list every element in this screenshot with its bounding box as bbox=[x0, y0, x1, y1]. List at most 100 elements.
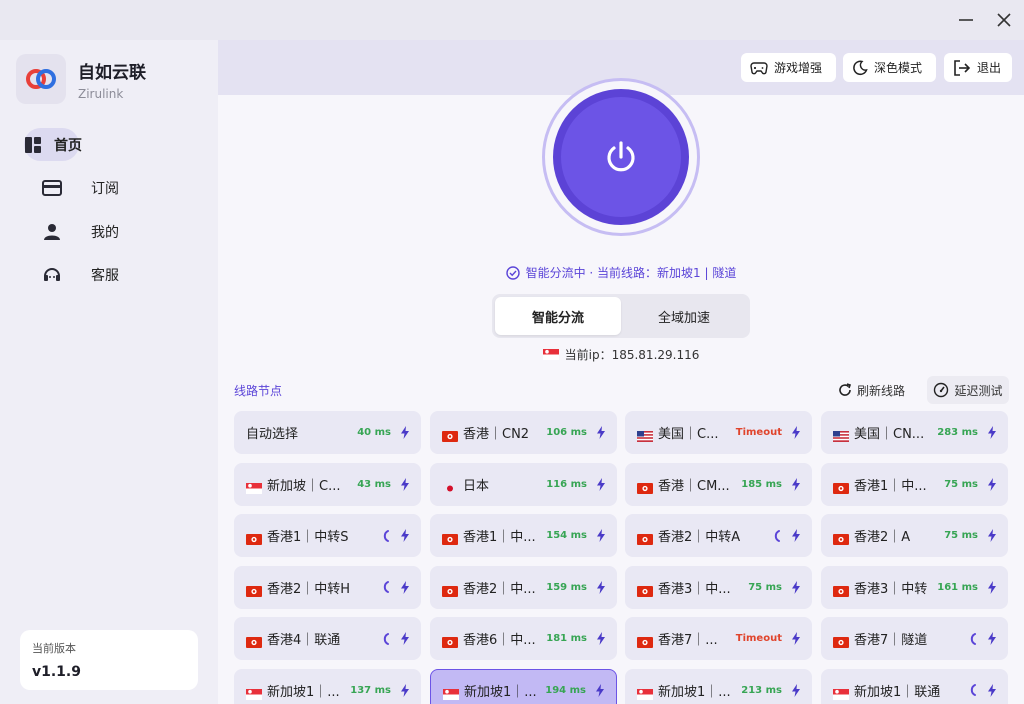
loading-spinner-icon bbox=[379, 632, 391, 646]
node-card[interactable]: 香港2｜中... 159 ms bbox=[430, 565, 617, 609]
lightning-icon[interactable] bbox=[986, 632, 998, 645]
flag-hk-icon bbox=[246, 530, 262, 545]
node-latency: 185 ms bbox=[741, 478, 782, 490]
lightning-icon[interactable] bbox=[790, 580, 802, 594]
power-button[interactable] bbox=[553, 89, 689, 225]
gamepad-icon bbox=[750, 61, 768, 74]
node-card[interactable]: 香港1｜中... 75 ms bbox=[821, 462, 1008, 506]
node-card[interactable]: 香港｜CM... 185 ms bbox=[625, 462, 812, 506]
node-name: 香港3｜中转 bbox=[854, 581, 928, 597]
node-card[interactable]: 美国｜CN... 283 ms bbox=[821, 411, 1008, 454]
lightning-icon[interactable] bbox=[595, 477, 607, 491]
close-button[interactable] bbox=[990, 8, 1018, 32]
flag-hk-icon bbox=[442, 530, 458, 545]
node-card[interactable]: 新加坡1｜联通 bbox=[821, 668, 1008, 704]
app-logo bbox=[16, 54, 66, 104]
lightning-icon[interactable] bbox=[399, 529, 411, 542]
lightning-icon[interactable] bbox=[399, 426, 411, 439]
node-card[interactable]: 新加坡｜C... 43 ms bbox=[234, 462, 421, 506]
card-icon bbox=[24, 180, 79, 196]
minimize-icon bbox=[959, 19, 973, 21]
lightning-icon[interactable] bbox=[595, 632, 607, 645]
node-card[interactable]: 香港2｜中转A bbox=[625, 514, 812, 557]
speedometer-icon bbox=[934, 382, 949, 398]
lightning-icon[interactable] bbox=[399, 683, 411, 697]
lightning-icon[interactable] bbox=[986, 580, 998, 594]
flag-hk-icon bbox=[637, 530, 653, 545]
flag-hk-icon bbox=[442, 582, 458, 597]
mode-toggle: 智能分流 全域加速 bbox=[492, 294, 750, 338]
flag-sg-icon bbox=[246, 685, 262, 700]
node-latency: 116 ms bbox=[546, 478, 587, 490]
mode-smart-split[interactable]: 智能分流 bbox=[495, 297, 621, 335]
node-card[interactable]: 新加坡1｜... 213 ms bbox=[625, 668, 812, 704]
loading-spinner-icon bbox=[966, 683, 978, 697]
lightning-icon[interactable] bbox=[399, 632, 411, 645]
node-card[interactable]: 新加坡1｜... 137 ms bbox=[234, 668, 421, 704]
node-name: 香港2｜中转A bbox=[658, 530, 741, 545]
sidebar-item-home[interactable]: 首页 bbox=[24, 128, 82, 161]
lightning-icon[interactable] bbox=[595, 580, 607, 594]
lightning-icon[interactable] bbox=[399, 477, 411, 491]
logo-rings-icon bbox=[26, 69, 56, 89]
sidebar-item-label: 首页 bbox=[54, 137, 82, 154]
node-card[interactable]: 美国｜C... Timeout bbox=[625, 411, 812, 454]
lightning-icon[interactable] bbox=[790, 683, 802, 697]
lightning-icon[interactable] bbox=[986, 529, 998, 542]
dark-mode-button[interactable]: 深色模式 bbox=[843, 53, 936, 82]
node-name: 新加坡1｜... bbox=[267, 684, 340, 700]
node-name: 香港6｜中... bbox=[463, 633, 536, 648]
logout-button[interactable]: 退出 bbox=[944, 53, 1012, 82]
node-card[interactable]: 香港3｜中转 161 ms bbox=[821, 565, 1008, 609]
mode-global-accel[interactable]: 全域加速 bbox=[621, 297, 747, 335]
lightning-icon[interactable] bbox=[790, 632, 802, 645]
node-latency: 75 ms bbox=[944, 530, 978, 541]
node-name: 新加坡1｜... bbox=[464, 684, 537, 700]
lightning-icon[interactable] bbox=[986, 426, 998, 439]
sidebar-item-label: 订阅 bbox=[91, 181, 119, 197]
node-card[interactable]: 香港2｜中转H bbox=[234, 565, 421, 609]
connection-status: 智能分流中 · 当前线路：新加坡1 | 隧道 bbox=[218, 264, 1024, 281]
node-card[interactable]: 香港3｜中... 75 ms bbox=[625, 565, 812, 609]
refresh-nodes-button[interactable]: 刷新线路 bbox=[838, 378, 905, 402]
node-card[interactable]: 自动选择 40 ms bbox=[234, 411, 421, 454]
flag-hk-icon bbox=[833, 479, 849, 494]
flag-us-icon bbox=[833, 427, 849, 442]
game-boost-button[interactable]: 游戏增强 bbox=[741, 53, 836, 82]
sidebar-item-subscription[interactable]: 订阅 bbox=[24, 172, 204, 205]
flag-sg-icon bbox=[833, 685, 849, 700]
minimize-button[interactable] bbox=[952, 8, 980, 32]
version-title: 当前版本 bbox=[32, 642, 76, 655]
node-card[interactable]: 香港｜CN2 106 ms bbox=[430, 411, 617, 454]
node-name: 香港2｜中转H bbox=[267, 581, 351, 597]
sidebar-item-profile[interactable]: 我的 bbox=[24, 215, 204, 248]
lightning-icon[interactable] bbox=[986, 477, 998, 491]
lightning-icon[interactable] bbox=[986, 683, 998, 697]
lightning-icon[interactable] bbox=[399, 580, 411, 594]
node-card[interactable]: 香港4｜联通 bbox=[234, 617, 421, 660]
node-card[interactable]: 香港7｜隧道 bbox=[821, 617, 1008, 660]
lightning-icon[interactable] bbox=[594, 683, 606, 697]
node-card[interactable]: 香港6｜中... 181 ms bbox=[430, 617, 617, 660]
latency-test-button[interactable]: 延迟测试 bbox=[927, 376, 1009, 404]
node-card[interactable]: 新加坡1｜... 194 ms bbox=[430, 668, 617, 704]
node-card[interactable]: 日本 116 ms bbox=[430, 462, 617, 506]
node-card[interactable]: 香港1｜中... 154 ms bbox=[430, 514, 617, 557]
node-card[interactable]: 香港7｜... Timeout bbox=[625, 617, 812, 660]
user-icon bbox=[24, 223, 79, 241]
headset-icon bbox=[24, 265, 79, 285]
lightning-icon[interactable] bbox=[790, 529, 802, 542]
node-card[interactable]: 香港2｜A 75 ms bbox=[821, 514, 1008, 557]
check-circle-icon bbox=[505, 265, 520, 280]
node-latency: 159 ms bbox=[546, 581, 587, 593]
node-card[interactable]: 香港1｜中转S bbox=[234, 514, 421, 557]
lightning-icon[interactable] bbox=[790, 477, 802, 491]
lightning-icon[interactable] bbox=[595, 426, 607, 439]
power-icon bbox=[607, 141, 635, 172]
ip-text: 当前ip：185.81.29.116 bbox=[564, 348, 700, 362]
sidebar-item-support[interactable]: 客服 bbox=[24, 259, 204, 292]
lightning-icon[interactable] bbox=[595, 529, 607, 542]
lightning-icon[interactable] bbox=[790, 426, 802, 439]
status-text: 智能分流中 · 当前线路：新加坡1 | 隧道 bbox=[525, 266, 737, 280]
latency-test-label: 延迟测试 bbox=[954, 383, 1003, 398]
